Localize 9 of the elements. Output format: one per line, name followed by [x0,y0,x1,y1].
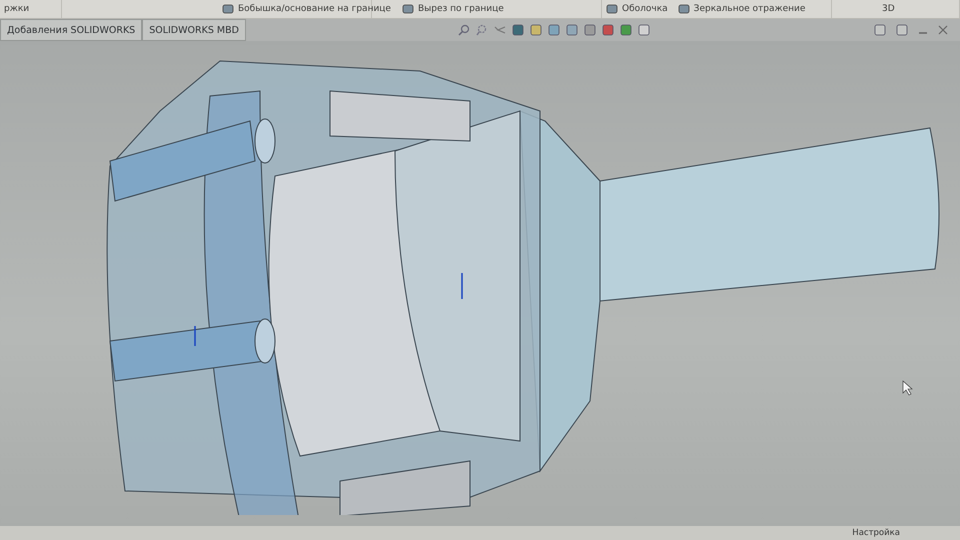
status-text: Настройка [852,528,900,538]
ribbon-tool[interactable]: 3D [882,4,895,14]
tab[interactable]: SOLIDWORKS MBD [142,19,246,41]
ribbon-tool[interactable]: Зеркальное отражение [678,3,806,15]
ribbon-tool[interactable]: Вырез по границе [402,3,504,15]
ribbon-tool[interactable]: Бобышка/основание на границе [222,3,391,15]
ribbon-tool[interactable]: ржки [4,4,30,14]
tab[interactable]: Добавления SOLIDWORKS [0,19,142,41]
ribbon-tool[interactable]: Оболочка [606,3,668,15]
